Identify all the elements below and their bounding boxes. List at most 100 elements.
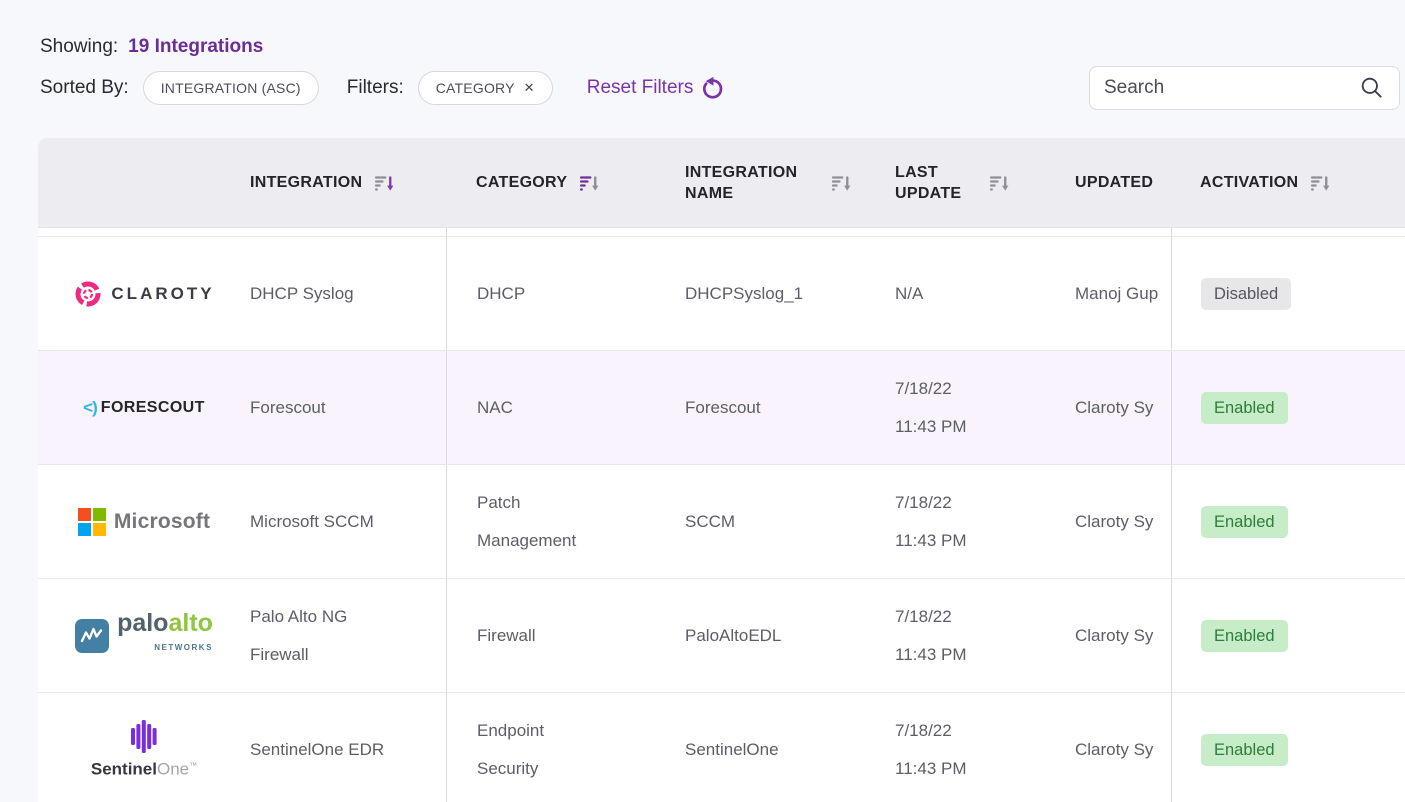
last-update-date: 7/18/22 [895, 484, 952, 522]
column-label: LAST UPDATE [895, 162, 977, 204]
claroty-logo-text: CLAROTY [111, 275, 214, 313]
sentinelone-mark-icon [131, 720, 157, 753]
cell-integration: Palo Alto NG Firewall [250, 579, 446, 692]
cell-integration: Microsoft SCCM [250, 465, 446, 578]
sort-pill[interactable]: INTEGRATION (ASC) [143, 71, 319, 105]
forescout-mark-icon: <) [83, 389, 97, 427]
table-row[interactable]: Microsoft Microsoft SCCM Patch Managemen… [38, 465, 1405, 579]
last-update-date: 7/18/22 [895, 370, 952, 408]
cell-activation: Enabled [1171, 579, 1405, 692]
activation-badge: Enabled [1201, 620, 1288, 652]
header-cell-updated[interactable]: UPDATED [1075, 138, 1171, 227]
cell-integration: DHCP Syslog [250, 237, 446, 350]
showing-count: 19 Integrations [128, 36, 263, 58]
integrations-page: Showing: 19 Integrations Sorted By: INTE… [0, 0, 1405, 802]
cell-updated: Claroty Sy [1075, 579, 1171, 692]
cell-updated: Claroty Sy [1075, 351, 1171, 464]
sort-icon[interactable] [832, 174, 851, 192]
search-input[interactable] [1104, 77, 1359, 99]
reset-filters-label: Reset Filters [587, 77, 694, 99]
cell-last-update: 7/18/22 11:43 PM [895, 693, 1075, 802]
activation-badge: Enabled [1201, 506, 1288, 538]
column-label: CATEGORY [476, 172, 567, 193]
sort-icon[interactable] [375, 174, 394, 192]
paloalto-logo-text-primary: palo [117, 609, 168, 637]
filter-remove-icon[interactable]: ✕ [524, 80, 535, 96]
header-cell-last-update[interactable]: LAST UPDATE [895, 138, 1075, 227]
filters-label: Filters: [347, 77, 404, 99]
claroty-mark-icon [73, 279, 103, 309]
cell-last-update: 7/18/22 11:43 PM [895, 351, 1075, 464]
cell-activation: Enabled [1171, 351, 1405, 464]
cell-updated: Manoj Gup [1075, 237, 1171, 350]
sentinelone-logo-text-bold: Sentinel [91, 759, 157, 778]
column-label: INTEGRATION NAME [685, 162, 819, 204]
sort-icon[interactable] [990, 174, 1009, 192]
last-update-time: 11:43 PM [895, 636, 967, 674]
cell-category: Firewall [446, 579, 685, 692]
header-cell-logo [38, 138, 250, 227]
column-label: UPDATED [1075, 172, 1153, 193]
vendor-logo-sentinelone: SentinelOne™ [38, 693, 250, 802]
table-row[interactable]: SentinelOne™ SentinelOne EDR Endpoint Se… [38, 693, 1405, 802]
showing-label: Showing: [40, 36, 118, 58]
cell-integration-name: SCCM [685, 465, 895, 578]
sort-filter-icon[interactable] [580, 174, 599, 192]
cell-category: NAC [446, 351, 685, 464]
last-update-time: 11:43 PM [895, 750, 967, 788]
cell-activation: Disabled [1171, 237, 1405, 350]
integrations-table: INTEGRATION CATEGORY INTEGRATION NAME [38, 138, 1405, 802]
cell-activation: Enabled [1171, 465, 1405, 578]
cell-integration: Forescout [250, 351, 446, 464]
cell-integration-name: PaloAltoEDL [685, 579, 895, 692]
last-update-time: 11:43 PM [895, 522, 967, 560]
column-label: ACTIVATION [1200, 172, 1298, 193]
cell-updated: Claroty Sy [1075, 465, 1171, 578]
last-update-date: N/A [895, 275, 923, 313]
showing-summary: Showing: 19 Integrations [40, 36, 263, 58]
sort-icon[interactable] [1311, 174, 1330, 192]
sort-pill-label: INTEGRATION (ASC) [161, 80, 301, 96]
sorted-by-label: Sorted By: [40, 77, 129, 99]
cell-integration-name: DHCPSyslog_1 [685, 237, 895, 350]
vendor-logo-claroty: CLAROTY [38, 237, 250, 350]
filter-pill-category[interactable]: CATEGORY ✕ [418, 71, 553, 105]
table-row[interactable]: CLAROTY DHCP Syslog DHCP DHCPSyslog_1 N/… [38, 237, 1405, 351]
table-row-partial [38, 228, 1405, 237]
filter-pill-label: CATEGORY [436, 80, 515, 96]
cell-integration: SentinelOne EDR [250, 693, 446, 802]
cell-category: DHCP [446, 237, 685, 350]
activation-badge: Disabled [1201, 278, 1291, 310]
cell-last-update: 7/18/22 11:43 PM [895, 465, 1075, 578]
header-cell-category[interactable]: CATEGORY [446, 138, 685, 227]
paloalto-logo-subtext: NETWORKS [154, 636, 213, 660]
paloalto-logo-text-secondary: alto [168, 609, 212, 637]
microsoft-squares-icon [78, 508, 106, 536]
cell-category: Endpoint Security [446, 693, 685, 802]
cell-last-update: N/A [895, 237, 1075, 350]
reset-rotate-icon [702, 76, 727, 101]
vendor-logo-forescout: <) FORESCOUT [38, 351, 250, 464]
microsoft-logo-text: Microsoft [114, 503, 210, 541]
last-update-date: 7/18/22 [895, 712, 952, 750]
activation-badge: Enabled [1201, 734, 1288, 766]
column-label: INTEGRATION [250, 172, 362, 193]
paloalto-mark-icon [75, 619, 109, 653]
cell-category: Patch Management [446, 465, 685, 578]
header-cell-activation[interactable]: ACTIVATION [1171, 138, 1405, 227]
reset-filters-button[interactable]: Reset Filters [587, 76, 728, 101]
table-row-selected[interactable]: <) FORESCOUT Forescout NAC Forescout 7/1… [38, 351, 1405, 465]
table-row[interactable]: paloalto NETWORKS Palo Alto NG Firewall … [38, 579, 1405, 693]
last-update-time: 11:43 PM [895, 408, 967, 446]
table-header: INTEGRATION CATEGORY INTEGRATION NAME [38, 138, 1405, 228]
forescout-logo-text: FORESCOUT [101, 389, 205, 427]
search-icon[interactable] [1359, 75, 1385, 101]
sentinelone-logo-text-light: One [157, 759, 189, 778]
table-controls: Sorted By: INTEGRATION (ASC) Filters: CA… [40, 68, 727, 108]
header-cell-integration-name[interactable]: INTEGRATION NAME [685, 138, 895, 227]
vendor-logo-paloalto: paloalto NETWORKS [38, 579, 250, 692]
last-update-date: 7/18/22 [895, 598, 952, 636]
search-box [1089, 66, 1400, 110]
trademark-symbol: ™ [189, 761, 197, 770]
header-cell-integration[interactable]: INTEGRATION [250, 138, 446, 227]
